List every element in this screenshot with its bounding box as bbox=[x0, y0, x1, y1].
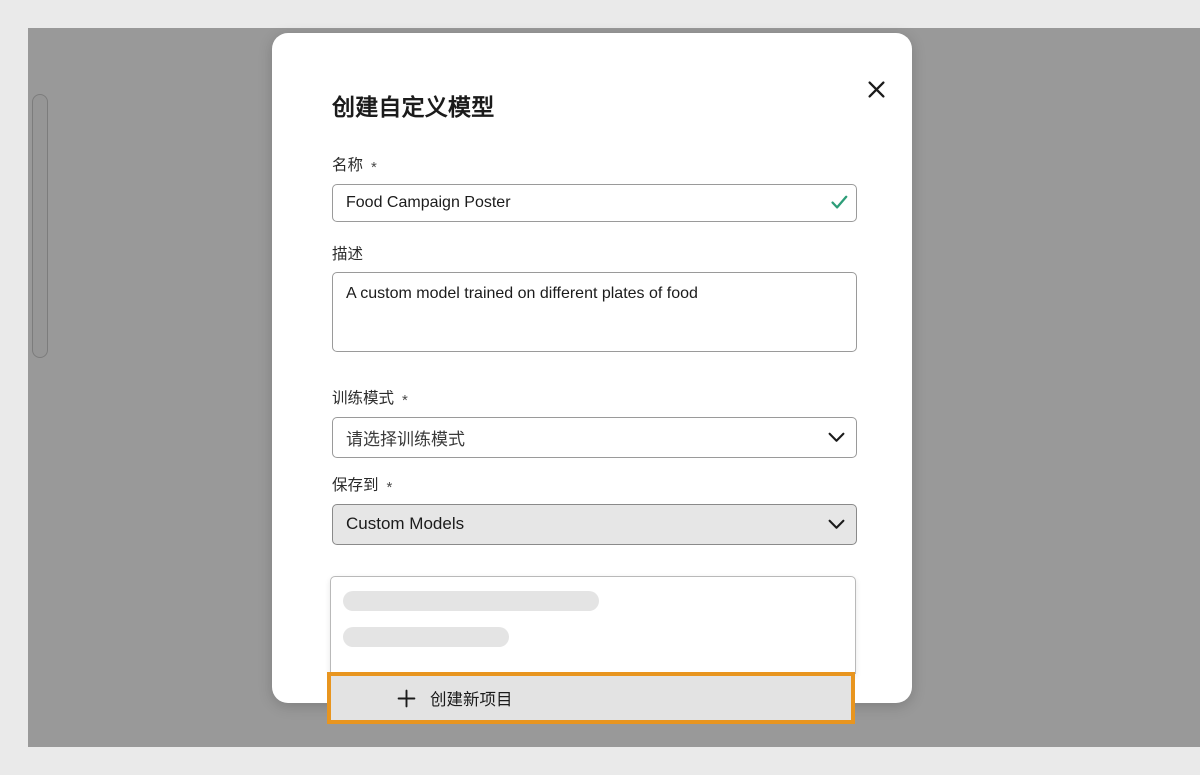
description-field-label: 描述 bbox=[332, 244, 857, 266]
create-new-project-highlight: 创建新项目 bbox=[327, 672, 855, 724]
save-to-select[interactable]: Custom Models bbox=[332, 503, 857, 545]
plus-icon bbox=[393, 689, 419, 708]
training-mode-label-text: 训练模式 bbox=[332, 390, 395, 408]
spacer-after-training-mode bbox=[332, 458, 857, 475]
close-icon bbox=[867, 80, 886, 99]
list-item bbox=[331, 591, 855, 611]
save-to-dropdown-list bbox=[330, 576, 856, 674]
create-new-project-button[interactable]: 创建新项目 bbox=[331, 676, 851, 720]
description-textarea-value: A custom model trained on different plat… bbox=[346, 285, 698, 303]
spacer-after-description bbox=[332, 352, 857, 388]
skeleton-placeholder-bar bbox=[343, 591, 599, 611]
training-mode-required-marker: * bbox=[402, 392, 408, 410]
save-to-field-label: 保存到 * bbox=[332, 475, 857, 497]
dialog-title: 创建自定义模型 bbox=[332, 94, 495, 120]
description-label-text: 描述 bbox=[332, 245, 364, 263]
chevron-down-icon bbox=[816, 432, 856, 443]
name-required-marker: * bbox=[371, 159, 377, 176]
spacer-after-name bbox=[332, 222, 857, 244]
training-mode-select[interactable]: 请选择训练模式 bbox=[332, 417, 857, 459]
chevron-down-icon bbox=[816, 519, 856, 530]
create-new-project-label: 创建新项目 bbox=[430, 691, 513, 709]
create-model-form: 名称 * Food Campaign Poster 描述 A custom mo… bbox=[332, 155, 857, 545]
close-button[interactable] bbox=[856, 69, 896, 109]
name-input-value: Food Campaign Poster bbox=[346, 193, 511, 211]
name-label-text: 名称 bbox=[332, 157, 364, 174]
list-item bbox=[331, 627, 855, 647]
save-to-label-text: 保存到 bbox=[332, 477, 379, 495]
skeleton-placeholder-bar bbox=[343, 627, 509, 647]
name-field-label: 名称 * bbox=[332, 155, 857, 177]
training-mode-field-label: 训练模式 * bbox=[332, 388, 857, 410]
name-input[interactable]: Food Campaign Poster bbox=[332, 183, 857, 222]
training-mode-select-value: 请选择训练模式 bbox=[346, 430, 465, 450]
save-to-required-marker: * bbox=[386, 479, 393, 497]
checkmark-icon bbox=[822, 195, 856, 210]
description-textarea[interactable]: A custom model trained on different plat… bbox=[332, 272, 857, 353]
save-to-select-value: Custom Models bbox=[346, 514, 465, 534]
